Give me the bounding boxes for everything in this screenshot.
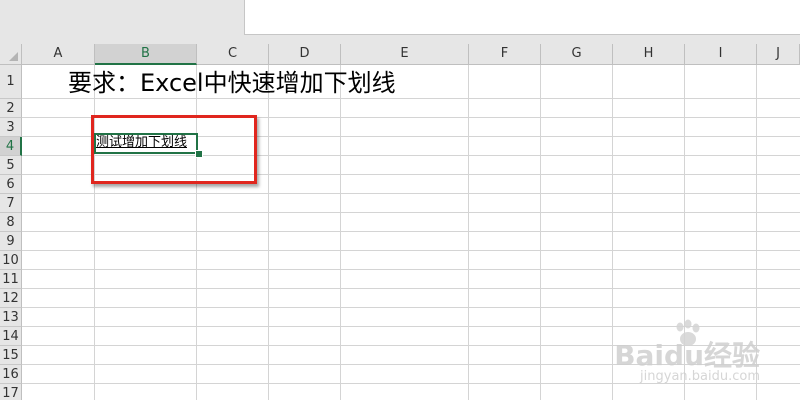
column-header-i[interactable]: I [685, 44, 757, 65]
grid-line [540, 65, 541, 400]
grid-line [22, 250, 800, 251]
row-header-2[interactable]: 2 [0, 99, 22, 118]
column-header-j[interactable]: J [757, 44, 800, 65]
row-header-13[interactable]: 13 [0, 308, 22, 327]
row-header-16[interactable]: 16 [0, 365, 22, 384]
column-header-g[interactable]: G [541, 44, 613, 65]
grid-line [22, 212, 800, 213]
grid-line [268, 65, 269, 400]
column-header-d[interactable]: D [269, 44, 341, 65]
row-header-15[interactable]: 15 [0, 346, 22, 365]
row-header-5[interactable]: 5 [0, 156, 22, 175]
row-header-9[interactable]: 9 [0, 232, 22, 251]
row-header-17[interactable]: 17 [0, 384, 22, 400]
row-header-1[interactable]: 1 [0, 65, 22, 99]
grid-line [612, 65, 613, 400]
column-header-e[interactable]: E [341, 44, 469, 65]
grid-line [22, 307, 800, 308]
row-header-3[interactable]: 3 [0, 118, 22, 137]
paw-logo-icon [676, 319, 700, 346]
column-header-h[interactable]: H [613, 44, 685, 65]
grid-line [340, 65, 341, 400]
column-header-f[interactable]: F [469, 44, 541, 65]
row-header-6[interactable]: 6 [0, 175, 22, 194]
row-header-7[interactable]: 7 [0, 194, 22, 213]
formula-input[interactable] [244, 0, 800, 35]
select-all-button[interactable] [0, 44, 22, 65]
grid-line [468, 65, 469, 400]
column-header-b[interactable]: B [95, 44, 197, 65]
row-header-8[interactable]: 8 [0, 213, 22, 232]
cell-a1-title[interactable]: 要求：Excel中快速增加下划线 [68, 66, 396, 100]
column-header-c[interactable]: C [197, 44, 269, 65]
grid-line [22, 269, 800, 270]
row-header-14[interactable]: 14 [0, 327, 22, 346]
formula-bar-area [0, 0, 800, 44]
baidu-watermark: Baidu经验 jingyan.baidu.com [614, 319, 760, 384]
row-header-12[interactable]: 12 [0, 289, 22, 308]
red-highlight-box [91, 115, 257, 184]
spreadsheet-grid: A B C D E F G H I J 1 2 3 4 5 6 7 8 9 10… [0, 44, 800, 400]
column-header-a[interactable]: A [22, 44, 95, 65]
grid-line [22, 193, 800, 194]
row-header-4[interactable]: 4 [0, 137, 22, 156]
select-all-triangle-icon [9, 52, 18, 61]
grid-line [22, 231, 800, 232]
grid-line [22, 288, 800, 289]
row-header-10[interactable]: 10 [0, 251, 22, 270]
row-header-11[interactable]: 11 [0, 270, 22, 289]
